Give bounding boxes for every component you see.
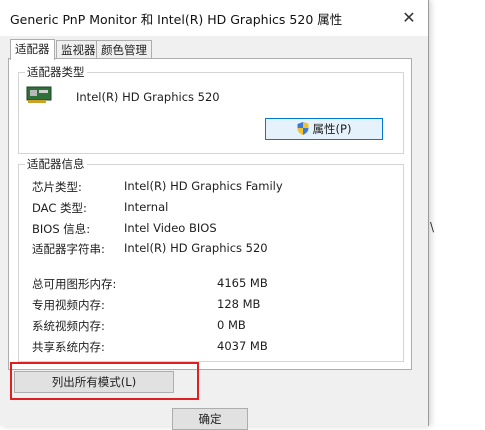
background-glyph: \ (430, 220, 435, 234)
tab-monitor[interactable]: 监视器 (56, 40, 101, 59)
properties-dialog: Generic PnP Monitor 和 Intel(R) HD Graphi… (0, 0, 429, 430)
adapter-string-label: 适配器字符串: (32, 242, 105, 256)
dedicated-video-memory-label: 专用视频内存: (32, 298, 105, 312)
adapter-info-group-label: 适配器信息 (25, 157, 87, 171)
window-title: Generic PnP Monitor 和 Intel(R) HD Graphi… (10, 12, 343, 27)
tab-color-management[interactable]: 颜色管理 (96, 40, 152, 59)
shield-icon (297, 122, 309, 135)
properties-button-label: 属性(P) (312, 122, 352, 136)
ok-button-label: 确定 (198, 412, 222, 426)
adapter-name: Intel(R) HD Graphics 520 (76, 90, 220, 104)
close-icon[interactable]: ✕ (394, 6, 424, 30)
chip-type-value: Intel(R) HD Graphics Family (124, 179, 283, 193)
adapter-string-value: Intel(R) HD Graphics 520 (124, 241, 268, 255)
chip-type-label: 芯片类型: (32, 180, 82, 194)
shared-system-memory-value: 4037 MB (217, 339, 268, 353)
dac-type-label: DAC 类型: (32, 201, 87, 215)
system-video-memory-label: 系统视频内存: (32, 319, 105, 333)
tab-adapter[interactable]: 适配器 (10, 39, 55, 60)
adapter-type-group-label: 适配器类型 (25, 65, 87, 79)
dedicated-video-memory-value: 128 MB (217, 297, 261, 311)
background-area (429, 0, 485, 426)
highlight-box (10, 362, 199, 400)
total-graphics-memory-value: 4165 MB (217, 276, 268, 290)
adapter-type-group: 适配器类型 (18, 65, 404, 154)
properties-button[interactable]: 属性(P) (265, 118, 383, 140)
shared-system-memory-label: 共享系统内存: (32, 340, 105, 354)
total-graphics-memory-label: 总可用图形内存: (32, 277, 117, 291)
bios-info-value: Intel Video BIOS (124, 221, 217, 235)
ok-button[interactable]: 确定 (172, 408, 248, 430)
dac-type-value: Internal (124, 200, 169, 214)
graphics-card-icon (26, 86, 52, 103)
system-video-memory-value: 0 MB (217, 318, 246, 332)
title-bar[interactable]: Generic PnP Monitor 和 Intel(R) HD Graphi… (0, 0, 428, 36)
bios-info-label: BIOS 信息: (32, 222, 91, 236)
